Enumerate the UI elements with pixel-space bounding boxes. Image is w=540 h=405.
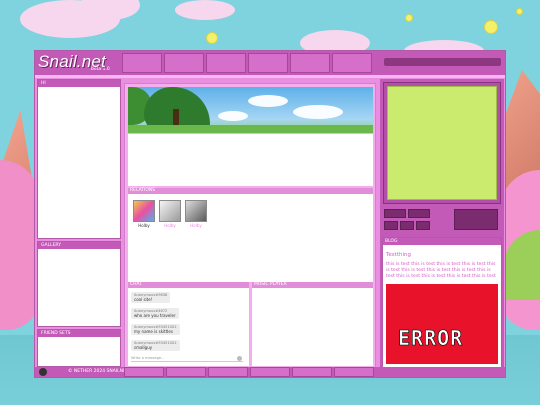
send-icon[interactable] <box>237 356 242 361</box>
banner-cloud <box>218 111 248 121</box>
mini-button[interactable] <box>416 221 430 230</box>
footer-tab[interactable] <box>292 367 332 377</box>
cloud <box>175 0 235 20</box>
nav-tab[interactable] <box>164 53 204 73</box>
bubble <box>484 20 498 34</box>
mini-button[interactable] <box>400 221 414 230</box>
panel-title: Hi <box>38 80 120 87</box>
relation-item[interactable]: Holby <box>132 200 156 228</box>
relation-item[interactable]: Holby <box>158 200 182 228</box>
top-bar: Snail.net beta 1.0 <box>35 51 505 75</box>
friends-panel: Friend Sets <box>37 329 121 367</box>
panel-body <box>39 88 119 237</box>
chat-panel: Anonymous#9638 cool site! Anonymous#4672… <box>128 288 249 366</box>
banner-cloud <box>248 95 288 107</box>
chat-text: smallguy <box>134 345 153 350</box>
panel-title: Gallery <box>38 242 120 249</box>
blog-post-text: this is test this is test this is test t… <box>386 262 496 279</box>
footer-tabs <box>124 367 374 377</box>
error-text: ERROR <box>398 326 464 351</box>
blog-post-title[interactable]: Testthing <box>386 252 411 258</box>
blog-title-bar: Blog <box>383 238 501 245</box>
banner-grass <box>128 125 373 133</box>
nav-tab[interactable] <box>332 53 372 73</box>
feature-box <box>383 82 501 204</box>
chat-input[interactable]: Write a message... <box>131 355 243 362</box>
chat-message: Anonymous#4672 who are you traveler <box>131 308 179 319</box>
footer-tab[interactable] <box>166 367 206 377</box>
nav-tab[interactable] <box>290 53 330 73</box>
chat-text: cool site! <box>134 297 153 302</box>
left-column: Hi Gallery Friend Sets <box>37 79 121 369</box>
relation-name: Holby <box>164 223 176 228</box>
center-content: Relations Holby Holby Holby Chat Anonymo… <box>124 83 376 369</box>
blog-panel: Blog Testthing this is test this is test… <box>382 237 502 369</box>
nav-tabs <box>122 53 372 73</box>
footer-tab[interactable] <box>250 367 290 377</box>
feature-box-inner <box>387 86 497 200</box>
chat-message: Anonymous#93451002 my name is skittles <box>131 324 180 335</box>
chat-text: who are you traveler <box>134 313 176 318</box>
footer-tab[interactable] <box>334 367 374 377</box>
chat-message: Anonymous#93451002 smallguy <box>131 340 180 351</box>
search-bar[interactable] <box>384 58 501 66</box>
relations-list: Holby Holby Holby <box>128 194 373 282</box>
mini-panel[interactable] <box>454 209 498 230</box>
profile-banner <box>128 87 373 133</box>
site-frame: Snail.net beta 1.0 Hi Gallery Friend Set… <box>34 50 506 378</box>
footer-tab[interactable] <box>208 367 248 377</box>
relation-avatar <box>133 200 155 222</box>
footer-text: © NETHER 2024 SNAILNET <box>68 369 129 374</box>
mini-button[interactable] <box>408 209 430 218</box>
error-image: ERROR <box>386 284 498 364</box>
version-label: beta 1.0 <box>91 67 110 72</box>
mini-button[interactable] <box>384 221 398 230</box>
bubble <box>405 14 413 22</box>
chat-text: my name is skittles <box>134 329 173 334</box>
relation-name: Holby <box>190 223 202 228</box>
nav-tab[interactable] <box>206 53 246 73</box>
bubble <box>516 8 523 15</box>
mini-button[interactable] <box>384 209 406 218</box>
right-column: Blog Testthing this is test this is test… <box>380 79 504 369</box>
panel-body <box>39 250 119 325</box>
panel-body <box>39 338 119 365</box>
music-player[interactable] <box>252 288 373 366</box>
bottom-bar: © NETHER 2024 SNAILNET <box>35 367 505 377</box>
relation-avatar <box>159 200 181 222</box>
nav-tab[interactable] <box>122 53 162 73</box>
gallery-panel: Gallery <box>37 241 121 327</box>
relation-name: Holby <box>138 223 150 228</box>
chat-message: Anonymous#9638 cool site! <box>131 292 171 303</box>
relation-item[interactable]: Holby <box>184 200 208 228</box>
banner-cloud <box>293 105 343 119</box>
sub-bar <box>35 75 505 78</box>
panel-title: Friend Sets <box>38 330 120 337</box>
footer-tab[interactable] <box>124 367 164 377</box>
relation-avatar <box>185 200 207 222</box>
settings-icon[interactable] <box>39 368 47 376</box>
chat-placeholder: Write a message... <box>131 356 165 360</box>
nav-tab[interactable] <box>248 53 288 73</box>
profile-info <box>128 134 373 186</box>
bubble <box>206 32 218 44</box>
hi-panel: Hi <box>37 79 121 239</box>
